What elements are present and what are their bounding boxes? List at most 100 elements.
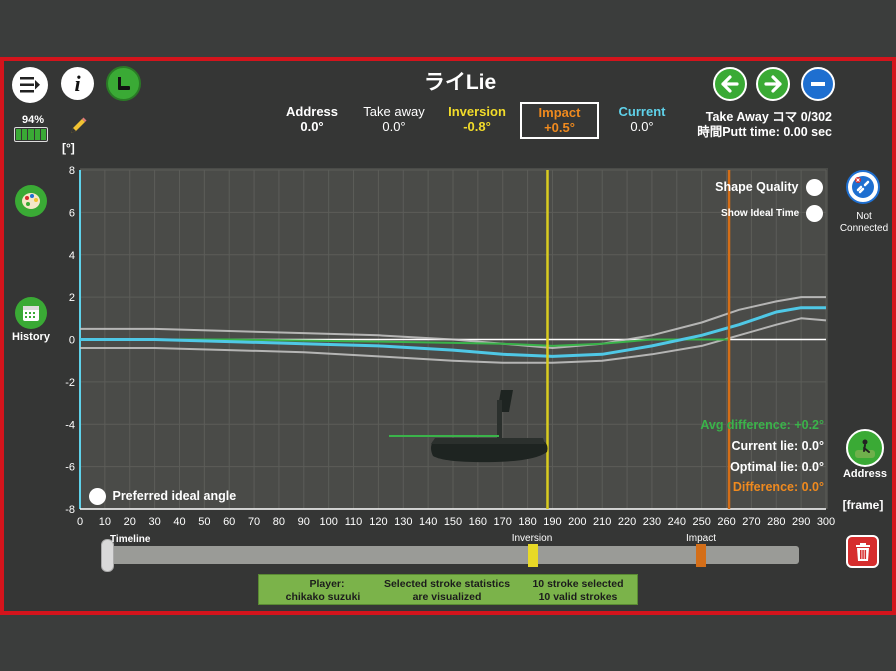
player-name: chikako suzuki xyxy=(285,591,361,603)
x-tick-label: 280 xyxy=(767,516,785,528)
golfer-icon xyxy=(855,439,875,458)
preferred-ideal-angle-toggle[interactable]: Preferred ideal angle xyxy=(89,488,236,505)
x-tick-label: 200 xyxy=(568,516,586,528)
y-unit-label: [°] xyxy=(62,141,75,155)
timeline-impact-label: Impact xyxy=(685,533,716,544)
disconnected-plug-icon xyxy=(852,176,874,198)
connection-button[interactable] xyxy=(846,170,880,204)
x-tick-label: 170 xyxy=(494,516,512,528)
address-side-label[interactable]: Address xyxy=(838,468,892,480)
stroke-count-line2: 10 valid strokes xyxy=(538,591,618,603)
calendar-icon xyxy=(23,306,39,321)
info-icon: i xyxy=(74,70,81,96)
timeline-label: Timeline xyxy=(110,534,151,545)
x-tick-label: 10 xyxy=(99,516,111,528)
address-view-button[interactable] xyxy=(846,429,884,467)
putter-icon xyxy=(117,76,130,90)
x-tick-label: 270 xyxy=(742,516,760,528)
arrow-right-icon xyxy=(764,75,782,93)
menu-button[interactable] xyxy=(12,67,48,103)
x-tick-label: 90 xyxy=(298,516,310,528)
minus-icon xyxy=(811,82,825,86)
stroke-count-line1: 10 stroke selected xyxy=(532,578,624,590)
y-tick-label: 6 xyxy=(69,207,75,219)
x-tick-label: 60 xyxy=(223,516,235,528)
x-tick-label: 230 xyxy=(643,516,661,528)
preferred-ideal-angle-switch[interactable] xyxy=(89,488,106,505)
y-tick-label: -6 xyxy=(65,462,75,474)
info-button[interactable]: i xyxy=(61,67,94,100)
remove-button[interactable] xyxy=(801,67,835,101)
forward-button[interactable] xyxy=(756,67,790,101)
putt-time: 時間Putt time: 0.00 sec xyxy=(697,125,832,139)
shape-quality-label: Shape Quality xyxy=(715,179,799,194)
stat-address: Address 0.0° xyxy=(285,104,339,134)
pencil-icon[interactable] xyxy=(68,116,88,141)
x-tick-label: 70 xyxy=(248,516,260,528)
trash-icon xyxy=(855,542,870,561)
avg-difference-readout: Avg difference: +0.2° xyxy=(700,418,824,432)
y-tick-label: -8 xyxy=(65,504,75,516)
history-label[interactable]: History xyxy=(8,331,54,343)
battery-percent: 94% xyxy=(21,114,45,126)
page-title: ライLie xyxy=(423,71,497,94)
y-tick-label: 0 xyxy=(69,335,75,347)
player-label: Player: xyxy=(309,578,345,590)
x-tick-label: 300 xyxy=(817,516,835,528)
x-tick-label: 260 xyxy=(717,516,735,528)
back-button[interactable] xyxy=(713,67,747,101)
show-ideal-time-toggle[interactable]: Show Ideal Time xyxy=(700,205,823,222)
timeline-track[interactable] xyxy=(104,546,799,564)
y-tick-label: -2 xyxy=(65,377,75,389)
x-tick-label: 150 xyxy=(444,516,462,528)
x-tick-label: 100 xyxy=(319,516,337,528)
x-tick-label: 20 xyxy=(124,516,136,528)
stat-inversion: Inversion -0.8° xyxy=(448,104,506,134)
x-tick-label: 110 xyxy=(345,516,363,528)
x-tick-label: 0 xyxy=(77,516,83,528)
stats-line2: are visualized xyxy=(412,591,482,603)
difference-readout: Difference: 0.0° xyxy=(732,480,824,494)
x-tick-label: 220 xyxy=(618,516,636,528)
shape-quality-switch[interactable] xyxy=(806,179,823,196)
menu-icon xyxy=(20,77,40,93)
history-button[interactable] xyxy=(15,297,47,329)
palette-button[interactable] xyxy=(15,185,47,217)
y-tick-label: 4 xyxy=(69,250,75,262)
timeline-inversion-label: Inversion xyxy=(511,533,553,544)
x-tick-label: 160 xyxy=(469,516,487,528)
stroke-info-bar: Player: chikako suzuki Selected stroke s… xyxy=(258,574,638,605)
battery-icon xyxy=(14,127,48,142)
preferred-ideal-angle-label: Preferred ideal angle xyxy=(112,488,237,503)
x-tick-label: 290 xyxy=(792,516,810,528)
x-tick-label: 190 xyxy=(543,516,561,528)
palette-icon xyxy=(22,193,40,209)
show-ideal-time-switch[interactable] xyxy=(806,205,823,222)
stat-impact[interactable]: Impact +0.5° xyxy=(520,102,599,139)
x-tick-label: 130 xyxy=(394,516,412,528)
shape-quality-toggle[interactable]: Shape Quality xyxy=(700,179,823,196)
not-connected-label: Not Connected xyxy=(839,211,889,234)
x-tick-label: 140 xyxy=(419,516,437,528)
stat-take-away: Take away 0.0° xyxy=(363,104,425,134)
current-lie-readout: Current lie: 0.0° xyxy=(731,439,824,453)
putter-head-illustration xyxy=(389,390,548,463)
optimal-lie-readout: Optimal lie: 0.0° xyxy=(730,460,824,474)
timeline-inversion-marker[interactable] xyxy=(528,544,538,567)
x-tick-label: 30 xyxy=(148,516,160,528)
stat-current: Current 0.0° xyxy=(618,104,666,134)
timeline-impact-marker[interactable] xyxy=(696,544,706,567)
x-tick-label: 120 xyxy=(369,516,387,528)
x-tick-label: 210 xyxy=(593,516,611,528)
show-ideal-time-label: Show Ideal Time xyxy=(721,208,800,220)
x-tick-label: 180 xyxy=(518,516,536,528)
y-tick-label: -4 xyxy=(65,419,75,431)
y-tick-label: 2 xyxy=(69,292,75,304)
x-tick-label: 80 xyxy=(273,516,285,528)
putter-mode-button[interactable] xyxy=(106,66,141,101)
stats-line1: Selected stroke statistics xyxy=(383,578,511,590)
delete-button[interactable] xyxy=(846,535,879,568)
y-tick-label: 8 xyxy=(69,165,75,177)
x-tick-label: 40 xyxy=(173,516,185,528)
x-tick-label: 50 xyxy=(198,516,210,528)
